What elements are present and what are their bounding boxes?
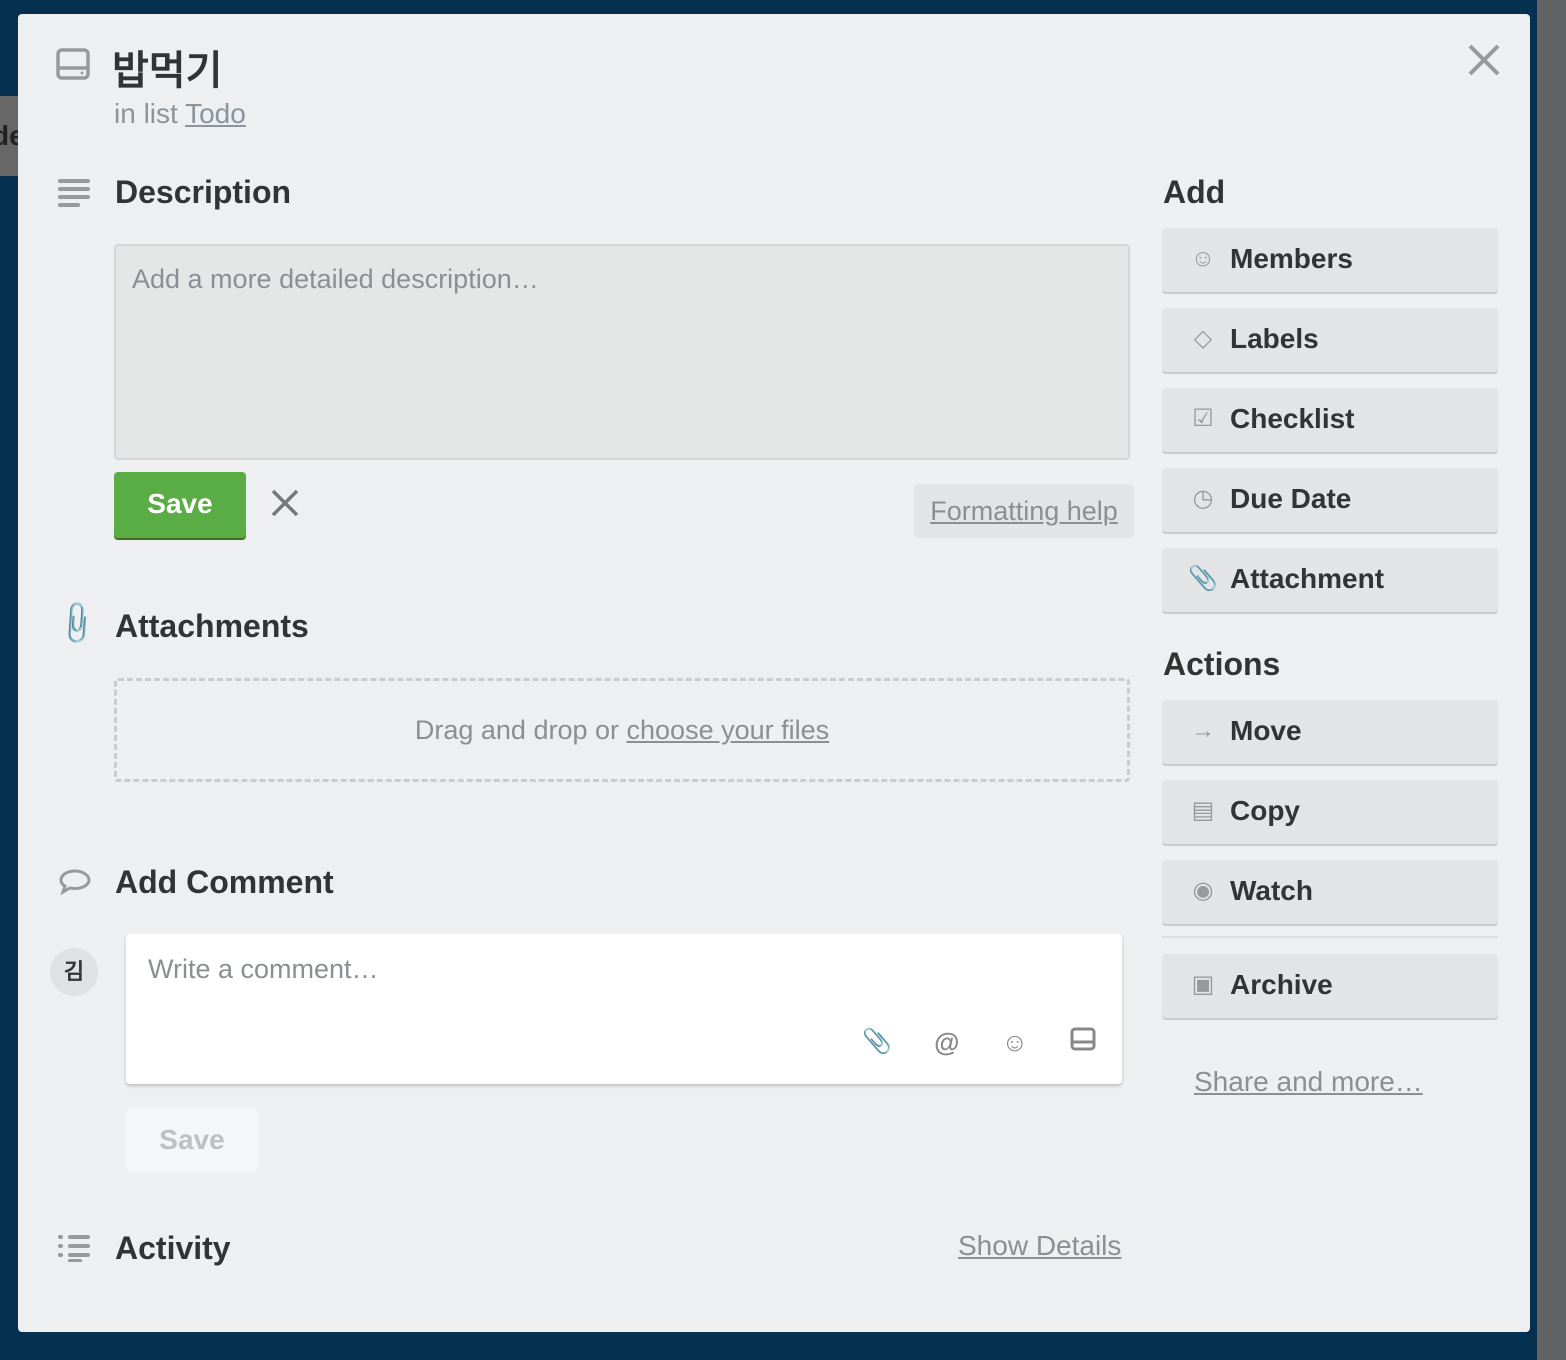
description-save-button[interactable]: Save <box>114 472 246 538</box>
comment-input[interactable]: Write a comment… 📎 @ ☺ <box>126 934 1122 1084</box>
card-icon: ▤ <box>1191 797 1215 824</box>
share-and-more-link[interactable]: Share and more… <box>1194 1066 1423 1098</box>
card-detail-modal: 밥먹기 in list Todo Description Add a more … <box>18 14 1530 1332</box>
comment-save-button[interactable]: Save <box>126 1108 258 1172</box>
members-button[interactable]: ☺ Members <box>1162 228 1498 292</box>
checklist-button[interactable]: ☑ Checklist <box>1162 388 1498 452</box>
list-info: in list Todo <box>114 98 246 130</box>
comment-icon <box>59 869 91 896</box>
checkbox-icon: ☑ <box>1192 405 1214 432</box>
person-icon: ☺ <box>1190 245 1216 272</box>
activity-icon <box>58 1235 90 1262</box>
archive-icon: ▣ <box>1191 971 1215 998</box>
arrow-right-icon: → <box>1191 717 1215 744</box>
sidebar-divider <box>1162 936 1498 938</box>
cancel-edit-icon[interactable] <box>270 488 300 518</box>
drop-text: Drag and drop or <box>414 715 619 745</box>
watch-button[interactable]: ◉ Watch <box>1162 860 1498 924</box>
add-comment-heading: Add Comment <box>115 864 334 900</box>
attachments-heading: Attachments <box>115 608 309 644</box>
archive-button[interactable]: ▣ Archive <box>1162 954 1498 1018</box>
tag-icon: ◇ <box>1193 325 1213 352</box>
attach-icon[interactable]: 📎 <box>862 1027 892 1058</box>
due-date-button[interactable]: ◷ Due Date <box>1162 468 1498 532</box>
description-icon <box>58 179 90 207</box>
due-date-label: Due Date <box>1230 483 1352 514</box>
archive-label: Archive <box>1230 969 1333 1000</box>
members-label: Members <box>1230 243 1353 274</box>
paperclip-icon: 📎 <box>51 598 102 649</box>
card-title[interactable]: 밥먹기 <box>112 38 222 96</box>
formatting-help-button[interactable]: Formatting help <box>914 484 1134 538</box>
add-heading: Add <box>1163 174 1226 210</box>
attachment-button[interactable]: 📎 Attachment <box>1162 548 1498 612</box>
list-link[interactable]: Todo <box>185 98 246 129</box>
watch-label: Watch <box>1230 875 1313 906</box>
paperclip-icon: 📎 <box>1188 565 1218 592</box>
activity-heading: Activity <box>115 1230 231 1266</box>
eye-icon: ◉ <box>1192 877 1214 904</box>
mention-icon[interactable]: @ <box>934 1027 959 1058</box>
avatar[interactable]: 김 <box>50 948 98 996</box>
move-label: Move <box>1230 715 1302 746</box>
move-button[interactable]: → Move <box>1162 700 1498 764</box>
copy-button[interactable]: ▤ Copy <box>1162 780 1498 844</box>
checklist-label: Checklist <box>1230 403 1355 434</box>
copy-label: Copy <box>1230 795 1300 826</box>
description-input[interactable]: Add a more detailed description… <box>114 244 1130 460</box>
clock-icon: ◷ <box>1192 485 1214 512</box>
in-list-label: in list <box>114 98 178 129</box>
card-icon <box>56 48 90 80</box>
labels-label: Labels <box>1230 323 1319 354</box>
actions-heading: Actions <box>1163 646 1281 682</box>
card-link-icon[interactable] <box>1070 1027 1096 1051</box>
description-heading: Description <box>115 174 292 210</box>
emoji-icon[interactable]: ☺ <box>1001 1027 1028 1058</box>
attachment-label: Attachment <box>1230 563 1385 594</box>
labels-button[interactable]: ◇ Labels <box>1162 308 1498 372</box>
board-fragment-text: de <box>0 120 18 151</box>
board-background-right <box>1537 0 1566 1360</box>
attachment-dropzone[interactable]: Drag and drop or choose your files <box>114 678 1130 782</box>
close-icon[interactable] <box>1466 42 1502 78</box>
choose-files-link[interactable]: choose your files <box>627 715 830 745</box>
comment-placeholder: Write a comment… <box>148 954 379 984</box>
board-list-fragment: de <box>0 96 18 176</box>
show-details-link[interactable]: Show Details <box>958 1230 1121 1262</box>
